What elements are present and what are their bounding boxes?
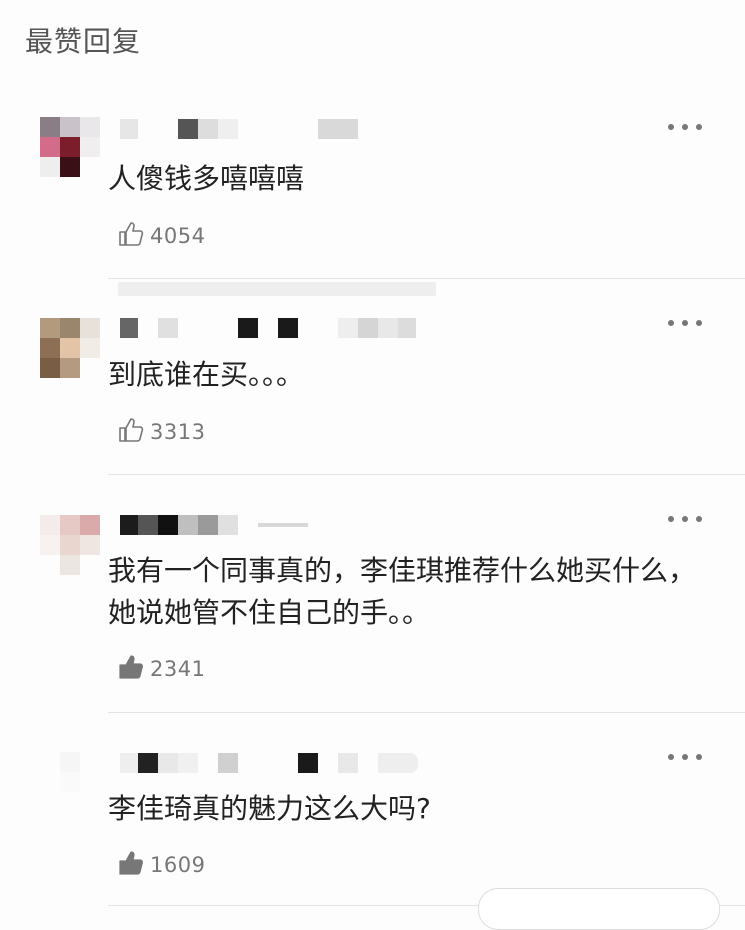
like-button[interactable]: 3313 (116, 416, 205, 448)
comment-text: 到底谁在买。。。 (108, 358, 305, 391)
divider (108, 712, 745, 713)
like-count: 3313 (150, 420, 206, 444)
avatar[interactable] (40, 752, 100, 812)
section-title: 最赞回复 (25, 25, 142, 58)
comment-text: 人傻钱多嘻嘻嘻 (108, 162, 305, 195)
divider (108, 474, 745, 475)
divider (108, 278, 745, 279)
thumbs-up-icon (116, 652, 146, 686)
like-button[interactable]: 4054 (116, 220, 205, 252)
like-count: 2341 (150, 657, 206, 681)
thumbs-up-icon (116, 219, 146, 253)
avatar[interactable] (40, 318, 100, 378)
like-count: 4054 (150, 224, 206, 248)
comment-text: 我有一个同事真的，李佳琪推荐什么她买什么，她说她管不住自己的手。。 (108, 554, 697, 629)
avatar[interactable] (40, 117, 100, 177)
more-options-button[interactable] (668, 752, 702, 762)
more-options-button[interactable] (668, 318, 702, 328)
thumbs-up-icon (116, 848, 146, 882)
redacted-bar (118, 282, 436, 296)
comment-text: 李佳琦真的魅力这么大吗? (108, 792, 431, 825)
more-options-button[interactable] (668, 514, 702, 524)
thumbs-up-icon (116, 415, 146, 449)
like-button[interactable]: 1609 (116, 849, 205, 881)
avatar[interactable] (40, 515, 100, 575)
like-button[interactable]: 2341 (116, 653, 205, 685)
more-options-button[interactable] (668, 122, 702, 132)
like-count: 1609 (150, 853, 206, 877)
reply-bubble-partial[interactable] (478, 888, 720, 930)
